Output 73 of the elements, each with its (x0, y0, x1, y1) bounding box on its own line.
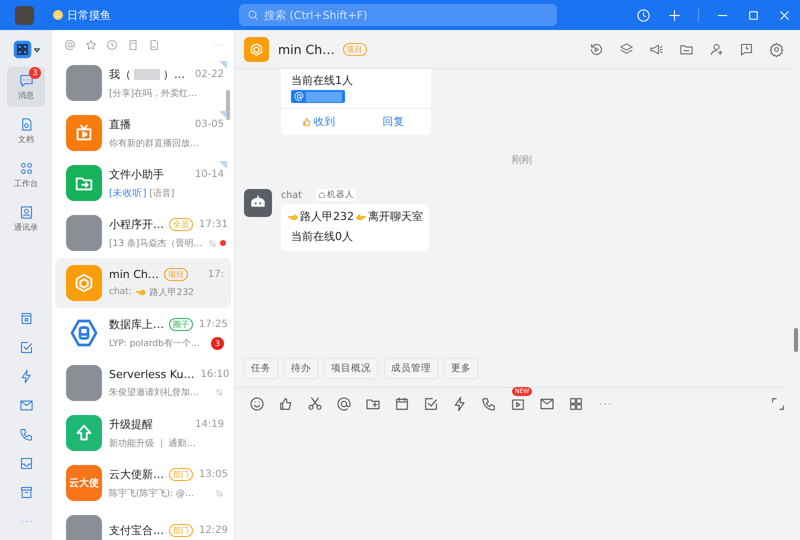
conversation-item[interactable]: 我（ ）… 02-22 [分享]在吗，外卖红… (55, 58, 231, 108)
message-preview: [分享]在吗，外卖红… (109, 88, 198, 100)
quick-action-button[interactable]: 更多 (444, 358, 478, 379)
nav-tab[interactable]: 文档 (7, 111, 45, 151)
sender-name: chat (281, 190, 302, 200)
message-preview-highlight: [未收听] (109, 186, 146, 200)
timestamp: 12:29 (199, 525, 228, 536)
message-preview: chat: (109, 287, 132, 297)
timestamp: 03-05 (194, 118, 224, 130)
conversation-name: 文件小助手 (109, 166, 164, 182)
timestamp: 17: (208, 268, 224, 280)
card-action-button[interactable]: 回复 (356, 109, 431, 135)
conversation-item[interactable]: 云大使 云大使新… 部门 13:05 陈宇飞(陈宇飞): @… (55, 458, 231, 508)
group-tag: 全员 (169, 218, 193, 230)
search-field[interactable]: 搜索 (Ctrl+Shift+F) (239, 4, 557, 26)
conversation-item[interactable]: 数据库上… 圈子 17:25 LYP: polardb有一个… 3 (55, 308, 231, 358)
conversation-name: 数据库上… (109, 316, 164, 332)
robot-tag: 机器人 (316, 189, 356, 201)
unread-badge: 3 (211, 336, 224, 350)
message-preview: LYP: polardb有一个… (109, 338, 200, 350)
unread-badge: 3 (29, 67, 41, 79)
message-preview: 你有新的群直播回放… (109, 138, 199, 150)
group-tag: 项目 (342, 42, 367, 56)
mention-chip[interactable]: @ (291, 90, 345, 103)
group-tag: 部门 (169, 524, 193, 537)
quick-action-button[interactable]: 成员管理 (384, 358, 438, 379)
conversation-name: min Ch… (109, 268, 159, 280)
nav-tab[interactable]: 工作台 (7, 155, 45, 195)
quick-action-button[interactable]: 项目概况 (324, 358, 378, 379)
conversation-name: 升级提醒 (109, 416, 153, 432)
group-tag: 部门 (169, 468, 193, 480)
message-preview: 路人甲232 (150, 286, 194, 298)
timestamp: 02-22 (194, 68, 224, 80)
message-text: 路人甲232 (300, 209, 354, 225)
conversation-name: ）… (163, 66, 185, 82)
message-text: 离开聊天室 (368, 209, 423, 225)
quick-action-button[interactable]: 任务 (244, 358, 278, 379)
conversation-name: 支付宝合… (109, 523, 164, 538)
message-preview: 陈宇飞(陈宇飞): @… (109, 488, 194, 500)
conversation-item[interactable]: 小程序开… 全员 17:31 [13 条]马焱杰（晋明… (55, 208, 231, 258)
group-avatar: 云大使 (66, 465, 102, 501)
message-text: 当前在线1人 (290, 73, 354, 89)
timestamp: 13:05 (199, 468, 228, 480)
message-preview: [13 条]马焱杰（晋明… (109, 238, 202, 250)
conversation-item[interactable]: 升级提醒 14:19 新功能升级 ｜ 通勤… (55, 408, 231, 458)
nav-tab[interactable]: 消息 3 (7, 67, 45, 107)
timestamp: 16:10 (200, 368, 230, 380)
timestamp: 14:19 (195, 418, 224, 430)
conversation-name: 我（ (109, 66, 131, 82)
conversation-item[interactable]: min Ch… 项目 17: chat: 路人甲232 (55, 258, 231, 308)
conversation-name: 直播 (109, 116, 131, 132)
group-tag: 圈子 (169, 318, 193, 330)
conversation-name: 小程序开… (109, 216, 164, 232)
message-preview: 朱俊望邀请刘礼督加… (109, 386, 199, 398)
timestamp: 10-14 (194, 168, 224, 180)
nav-tab[interactable]: 通讯录 (7, 199, 45, 239)
conversation-item[interactable]: 直播 03-05 你有新的群直播回放… (55, 108, 231, 158)
conversation-item[interactable]: 支付宝合… 部门 12:29 (55, 508, 231, 540)
chat-title[interactable]: min Ch… (278, 42, 335, 56)
quick-action-button[interactable]: 待办 (284, 358, 318, 379)
message-preview: 新功能升级 ｜ 通勤… (109, 438, 196, 450)
conversation-name: Serverless Ku… (109, 368, 194, 380)
conversation-item[interactable]: Serverless Ku… 16:10 朱俊望邀请刘礼督加… (55, 358, 231, 408)
conversation-item[interactable]: 文件小助手 10-14 [未收听] [语音] (55, 158, 231, 208)
timestamp: 17:31 (199, 218, 228, 230)
group-name[interactable]: 日常摸鱼 (67, 8, 111, 22)
conversation-name: 云大使新… (109, 466, 164, 482)
group-tag: 项目 (164, 268, 188, 280)
card-action-button[interactable]: 收到 (281, 109, 356, 135)
message-preview: [语音] (149, 188, 174, 200)
timestamp: 17:25 (199, 318, 228, 330)
time-divider: 刚刚 (511, 154, 533, 167)
message-text: 当前在线0人 (290, 230, 354, 243)
